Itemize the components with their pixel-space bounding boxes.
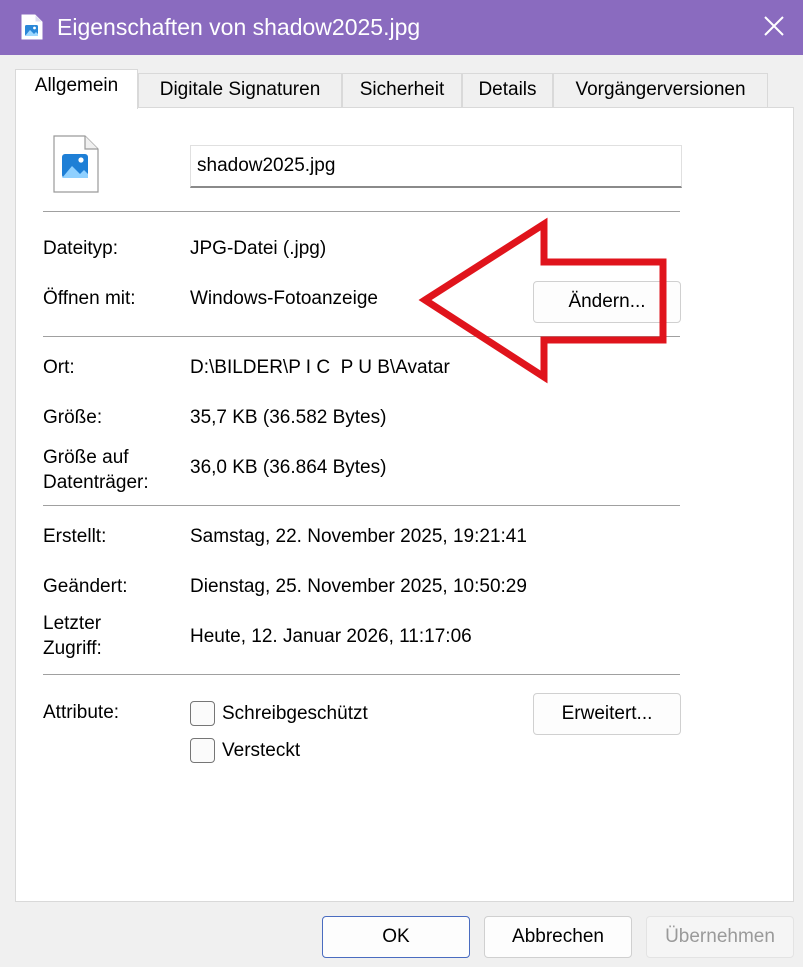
tab-allgemein[interactable]: Allgemein [15,69,138,109]
separator [43,211,680,212]
tab-digitale-signaturen[interactable]: Digitale Signaturen [138,73,342,108]
modified-value: Dienstag, 25. November 2025, 10:50:29 [190,576,527,597]
modified-label: Geändert: [43,576,128,597]
change-button[interactable]: Ändern... [533,281,681,323]
image-file-icon [21,14,43,46]
file-type-label: Dateityp: [43,238,118,259]
created-value: Samstag, 22. November 2025, 19:21:41 [190,526,527,547]
tab-sicherheit[interactable]: Sicherheit [342,73,462,108]
window-title: Eigenschaften von shadow2025.jpg [57,14,421,40]
location-value: D:\BILDER\P I C P U B\Avatar [190,357,450,378]
location-label: Ort: [43,357,75,378]
size-on-disk-label-line1: Größe auf [43,447,129,468]
hidden-label[interactable]: Versteckt [222,739,300,763]
title-bar: Eigenschaften von shadow2025.jpg [0,0,803,55]
tab-vorgaengerversionen[interactable]: Vorgängerversionen [553,73,768,108]
separator [43,674,680,675]
readonly-label[interactable]: Schreibgeschützt [222,702,368,726]
close-icon[interactable] [759,11,789,41]
ok-button[interactable]: OK [322,916,470,958]
file-type-value: JPG-Datei (.jpg) [190,238,327,259]
accessed-value: Heute, 12. Januar 2026, 11:17:06 [190,626,472,647]
hidden-checkbox[interactable] [190,738,215,763]
image-file-icon [53,135,99,193]
cancel-button[interactable]: Abbrechen [484,916,632,958]
tab-details[interactable]: Details [462,73,553,108]
size-value: 35,7 KB (36.582 Bytes) [190,407,387,428]
readonly-checkbox[interactable] [190,701,215,726]
open-with-label: Öffnen mit: [43,288,136,309]
filename-field[interactable] [190,145,682,188]
advanced-button[interactable]: Erweitert... [533,693,681,735]
separator [43,505,680,506]
separator [43,336,680,337]
accessed-label-line1: Letzter [43,613,102,634]
created-label: Erstellt: [43,526,107,547]
size-on-disk-value: 36,0 KB (36.864 Bytes) [190,457,387,478]
size-label: Größe: [43,407,103,428]
size-on-disk-label-line2: Datenträger: [43,472,149,493]
open-with-value: Windows-Fotoanzeige [190,288,378,309]
accessed-label-line2: Zugriff: [43,638,102,659]
attributes-label: Attribute: [43,702,120,723]
apply-button: Übernehmen [646,916,794,958]
